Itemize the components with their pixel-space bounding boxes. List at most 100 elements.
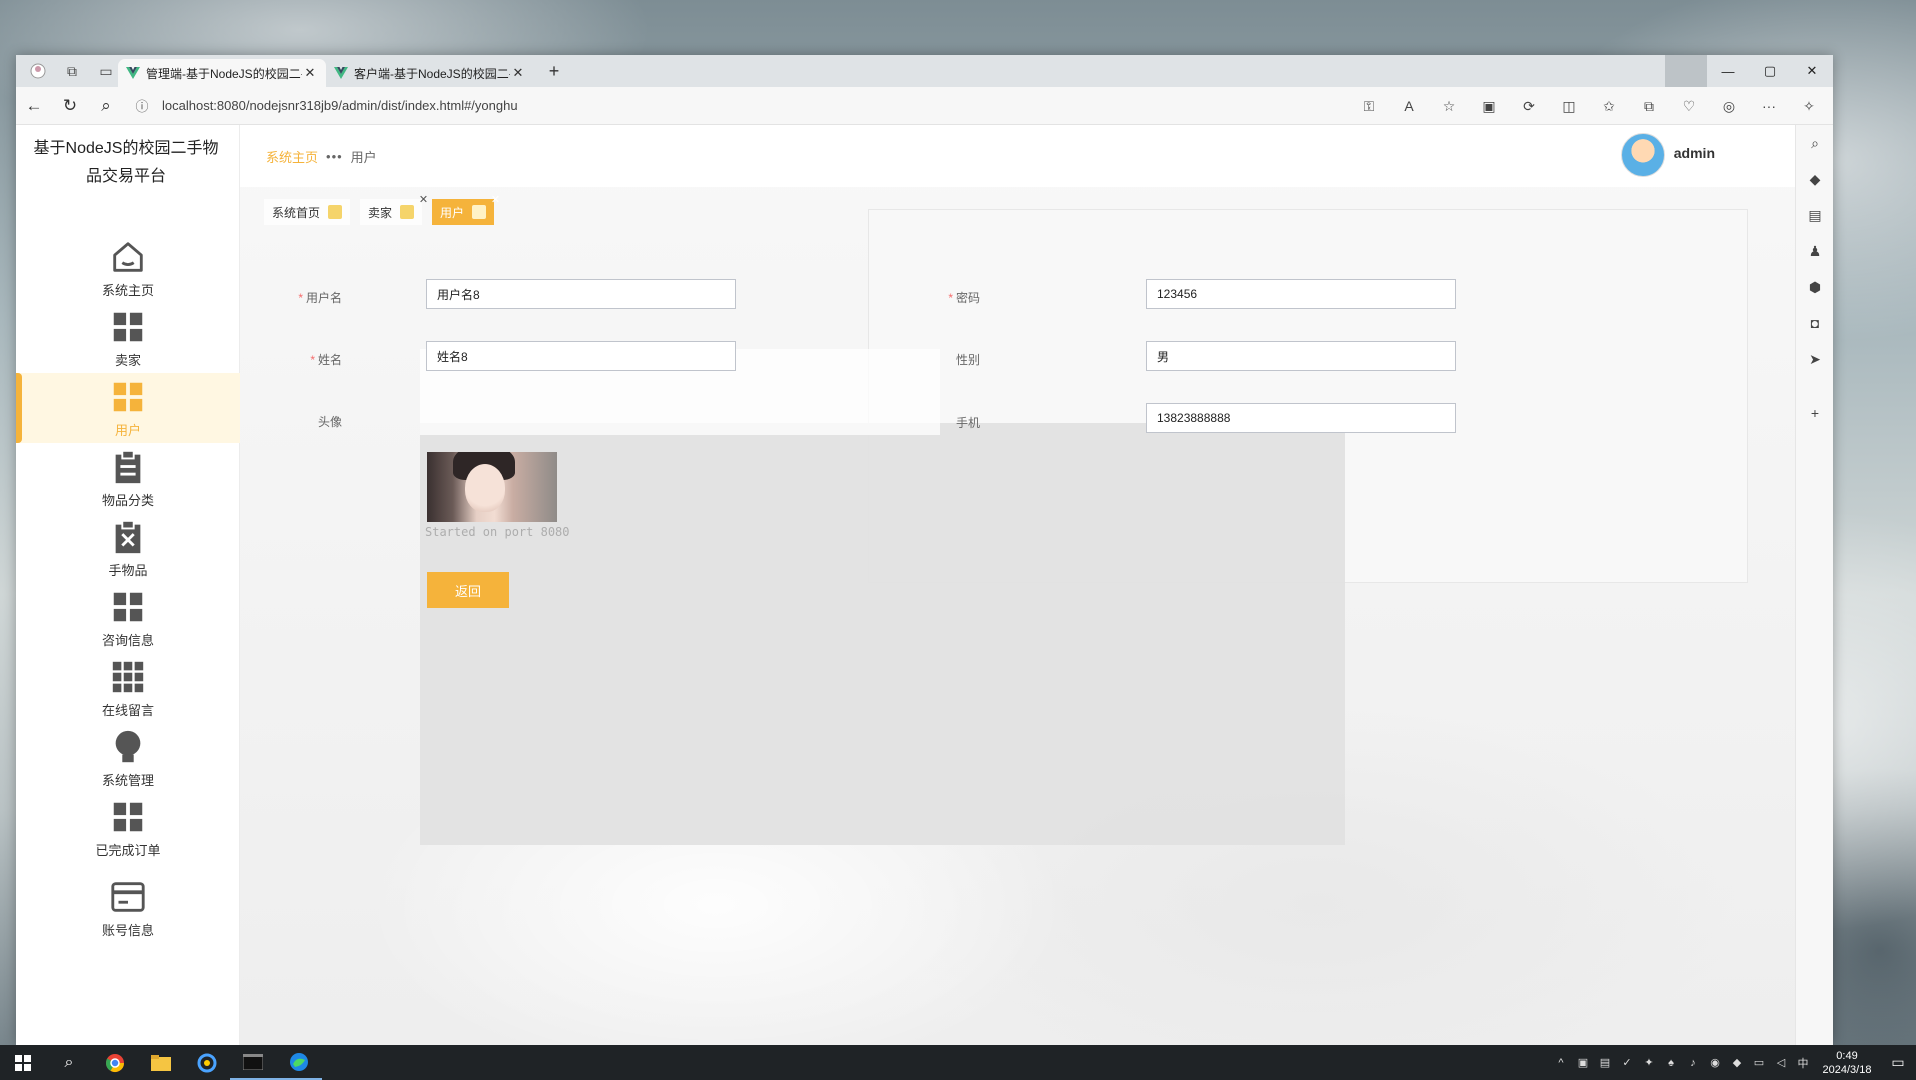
browser-tab-client[interactable]: 客户端-基于NodeJS的校园二手物 ✕ <box>326 59 534 87</box>
username-label: * 用户名 <box>298 291 342 305</box>
avatar-label: 头像 <box>317 415 342 429</box>
search-icon[interactable]: ⌕ <box>46 1045 92 1080</box>
gender-label: 性别 <box>955 353 980 367</box>
search-icon[interactable]: ⌕ <box>1796 125 1834 161</box>
sidebar-item-category[interactable]: 物品分类 <box>16 443 240 513</box>
volume-icon[interactable]: ◁ <box>1770 1045 1792 1080</box>
card-icon <box>111 882 145 912</box>
outlook-icon[interactable]: ◘ <box>1796 305 1834 341</box>
sidebar-item-account[interactable]: 账号信息 <box>16 863 240 943</box>
user-detail-form: * 用户名 用户名8 * 密码 123456 * 姓名 姓名8 性别 男 头像 手机 … <box>240 125 1795 1045</box>
taskbar-clock[interactable]: 0:49 2024/3/18 <box>1814 1049 1880 1077</box>
clock-time: 0:49 <box>1836 1049 1858 1062</box>
tray-app-icon[interactable]: ✓ <box>1616 1045 1638 1080</box>
tray-app-icon[interactable]: ♠ <box>1660 1045 1682 1080</box>
info-icon[interactable]: ⓘ <box>130 96 154 115</box>
password-field[interactable]: 123456 <box>1146 279 1456 309</box>
sidebar-item-label: 系统管理 <box>101 773 154 788</box>
name-field[interactable]: 姓名8 <box>426 341 736 371</box>
sidebar-item-consult[interactable]: 咨询信息 <box>16 583 240 653</box>
favorites-icon[interactable]: ✩ <box>1589 91 1629 121</box>
sidebar-item-system[interactable]: 系统管理 <box>16 723 240 793</box>
tray-app-icon[interactable]: ◆ <box>1726 1045 1748 1080</box>
key-icon[interactable]: ⚿ <box>1349 91 1389 121</box>
sidebar-item-label: 物品分类 <box>101 493 154 508</box>
chrome-icon[interactable] <box>92 1045 138 1080</box>
browser-tab-admin[interactable]: 管理端-基于NodeJS的校园二手物 ✕ <box>118 59 326 87</box>
tab-actions-icon[interactable]: ▭ <box>94 59 118 83</box>
close-window-icon[interactable]: ✕ <box>1791 55 1833 87</box>
tag-icon[interactable]: ◆ <box>1796 161 1834 197</box>
search-icon[interactable]: ⌕ <box>88 91 124 121</box>
read-aloud-icon[interactable]: A <box>1389 91 1429 121</box>
gender-select[interactable]: 男 <box>1146 341 1456 371</box>
tray-app-icon[interactable]: ✦ <box>1638 1045 1660 1080</box>
add-icon[interactable]: + <box>1796 395 1834 431</box>
file-explorer-icon[interactable] <box>138 1045 184 1080</box>
new-tab-icon[interactable]: + <box>540 61 568 82</box>
chevron-up-icon[interactable]: ^ <box>1550 1045 1572 1080</box>
tray-app-icon[interactable]: ▤ <box>1594 1045 1616 1080</box>
username-field[interactable]: 用户名8 <box>426 279 736 309</box>
url-text: localhost:8080/nodejsnr318jb9/admin/dist… <box>162 98 518 113</box>
browser-essentials-icon[interactable]: ◎ <box>1709 91 1749 121</box>
phone-field[interactable]: 13823888888 <box>1146 403 1456 433</box>
tray-app-icon[interactable]: ▣ <box>1572 1045 1594 1080</box>
edge-icon[interactable] <box>276 1045 322 1080</box>
sidebar-item-items[interactable]: 手物品 <box>16 513 240 583</box>
sidebar-item-seller[interactable]: 卖家 <box>16 303 240 373</box>
refresh-icon[interactable]: ↻ <box>52 91 88 121</box>
network-icon[interactable]: ▭ <box>1748 1045 1770 1080</box>
briefcase-icon[interactable]: ▤ <box>1796 197 1834 233</box>
system-tray: ^ ▣ ▤ ✓ ✦ ♠ ♪ ◉ ◆ ▭ ◁ 中 0:49 2024/3/18 ▭ <box>1550 1045 1916 1080</box>
grid-icon <box>113 592 143 622</box>
profile-icon[interactable] <box>26 59 50 83</box>
send-icon[interactable]: ➤ <box>1796 341 1834 377</box>
sidebar-item-label: 已完成订单 <box>95 843 161 858</box>
microphone-icon[interactable]: ♪ <box>1682 1045 1704 1080</box>
edge-sidebar: ⌕ ◆ ▤ ♟ ⬢ ◘ ➤ + <box>1795 125 1833 1045</box>
terminal-icon[interactable] <box>230 1045 276 1080</box>
ime-indicator[interactable]: 中 <box>1792 1045 1814 1080</box>
person-icon[interactable]: ♟ <box>1796 233 1834 269</box>
phone-label: 手机 <box>955 416 980 430</box>
sidebar-item-users[interactable]: 用户 <box>16 373 240 443</box>
more-icon[interactable]: ··· <box>1749 91 1789 121</box>
sidebar-item-label: 账号信息 <box>101 923 154 938</box>
sidebar-item-label: 用户 <box>114 423 141 438</box>
clipboard-icon <box>115 449 141 484</box>
performance-icon[interactable]: ♡ <box>1669 91 1709 121</box>
extension-icon[interactable]: ▣ <box>1469 91 1509 121</box>
split-screen-icon[interactable]: ◫ <box>1549 91 1589 121</box>
name-label: * 姓名 <box>310 353 342 367</box>
password-label: * 密码 <box>948 291 980 305</box>
sidebar-item-messages[interactable]: 在线留言 <box>16 653 240 723</box>
tray-app-icon[interactable]: ◉ <box>1704 1045 1726 1080</box>
collections-icon[interactable]: ⧉ <box>60 59 84 83</box>
close-icon[interactable]: ✕ <box>510 65 526 81</box>
collections-icon[interactable]: ⧉ <box>1629 91 1669 121</box>
sidebar-item-home[interactable]: 系统主页 <box>16 233 240 303</box>
back-arrow-icon[interactable]: ← <box>16 91 52 121</box>
close-icon[interactable]: ✕ <box>302 65 318 81</box>
maximize-icon[interactable]: ▢ <box>1749 55 1791 87</box>
grid-icon <box>113 802 143 832</box>
back-button[interactable]: 返回 <box>427 572 509 608</box>
minimize-icon[interactable]: — <box>1707 55 1749 87</box>
sidebar-item-label: 在线留言 <box>101 703 154 718</box>
app-swirl-icon[interactable] <box>184 1045 230 1080</box>
bulb-icon <box>115 730 141 763</box>
vue-logo-icon <box>126 67 140 79</box>
photo-face <box>465 464 505 512</box>
sidebar-item-label: 系统主页 <box>101 283 154 298</box>
sync-icon[interactable]: ⟳ <box>1509 91 1549 121</box>
sidebar-item-orders[interactable]: 已完成订单 <box>16 793 240 863</box>
copilot-icon[interactable]: ✧ <box>1789 91 1829 121</box>
avatar-photo <box>427 452 557 522</box>
favorite-star-icon[interactable]: ☆ <box>1429 91 1469 121</box>
windows-start-icon[interactable] <box>0 1045 46 1080</box>
office-icon[interactable]: ⬢ <box>1796 269 1834 305</box>
notification-icon[interactable]: ▭ <box>1880 1054 1916 1071</box>
clock-date: 2024/3/18 <box>1822 1063 1872 1076</box>
url-field[interactable]: ⓘ localhost:8080/nodejsnr318jb9/admin/di… <box>130 92 1280 120</box>
